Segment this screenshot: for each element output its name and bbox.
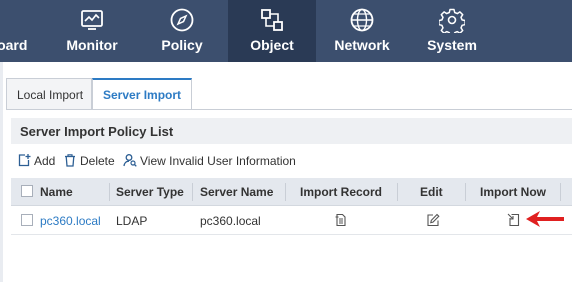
nav-system-label: System bbox=[427, 37, 477, 53]
add-button[interactable]: Add bbox=[17, 153, 65, 169]
column-name[interactable]: Name bbox=[40, 185, 73, 199]
row-server-name: pc360.local bbox=[200, 214, 261, 228]
annotation-arrow-icon bbox=[524, 209, 566, 229]
object-icon bbox=[259, 7, 285, 33]
top-navigation-bar: board Monitor Policy Object Network Syst… bbox=[0, 0, 572, 62]
nav-object-label: Object bbox=[250, 37, 294, 53]
nav-policy-label: Policy bbox=[161, 37, 203, 53]
column-divider bbox=[285, 183, 286, 201]
document-icon bbox=[335, 213, 346, 227]
column-divider bbox=[192, 183, 193, 201]
row-checkbox[interactable] bbox=[21, 214, 33, 226]
column-server-type[interactable]: Server Type bbox=[116, 185, 184, 199]
nav-monitor-label: Monitor bbox=[66, 37, 118, 53]
view-invalid-label: View Invalid User Information bbox=[140, 154, 296, 168]
nav-network-label: Network bbox=[334, 37, 390, 53]
trash-icon bbox=[65, 154, 75, 167]
panel-header: Server Import Policy List bbox=[11, 118, 572, 144]
tab-divider bbox=[6, 109, 572, 110]
panel-title: Server Import Policy List bbox=[20, 124, 174, 139]
monitor-icon bbox=[79, 7, 105, 33]
nav-monitor[interactable]: Monitor bbox=[56, 0, 128, 62]
row-name-link[interactable]: pc360.local bbox=[40, 214, 101, 228]
column-server-name[interactable]: Server Name bbox=[200, 185, 273, 199]
add-label: Add bbox=[34, 154, 56, 168]
nav-policy[interactable]: Policy bbox=[146, 0, 218, 62]
globe-icon bbox=[349, 7, 375, 33]
edit-icon bbox=[427, 213, 440, 227]
view-invalid-user-button[interactable]: View Invalid User Information bbox=[123, 153, 313, 169]
import-record-button[interactable] bbox=[334, 213, 348, 227]
edit-button[interactable] bbox=[426, 213, 440, 227]
table-header: Name Server Type Server Name Import Reco… bbox=[11, 178, 572, 206]
column-divider bbox=[397, 183, 398, 201]
column-divider bbox=[109, 183, 110, 201]
user-search-icon bbox=[123, 154, 137, 167]
delete-button[interactable]: Delete bbox=[63, 153, 123, 169]
nav-network[interactable]: Network bbox=[326, 0, 398, 62]
compass-icon bbox=[169, 7, 195, 33]
nav-object[interactable]: Object bbox=[228, 0, 316, 62]
add-icon bbox=[18, 154, 31, 167]
tab-local-import[interactable]: Local Import bbox=[6, 78, 92, 110]
nav-system[interactable]: System bbox=[416, 0, 488, 62]
nav-dashboard-label: board bbox=[0, 37, 28, 53]
column-divider bbox=[465, 183, 466, 201]
column-import-now[interactable]: Import Now bbox=[480, 185, 546, 199]
table-row: pc360.local LDAP pc360.local bbox=[11, 206, 572, 235]
delete-label: Delete bbox=[80, 154, 115, 168]
column-divider bbox=[560, 183, 561, 201]
left-edge-divider bbox=[0, 62, 3, 282]
select-all-checkbox[interactable] bbox=[21, 185, 33, 197]
tab-server-import[interactable]: Server Import bbox=[92, 78, 192, 110]
import-now-button[interactable] bbox=[507, 213, 521, 227]
nav-dashboard[interactable]: board bbox=[0, 0, 46, 62]
column-edit[interactable]: Edit bbox=[420, 185, 443, 199]
import-icon bbox=[507, 213, 520, 227]
column-import-record[interactable]: Import Record bbox=[300, 185, 382, 199]
gear-icon bbox=[439, 7, 465, 33]
row-server-type: LDAP bbox=[116, 214, 148, 228]
